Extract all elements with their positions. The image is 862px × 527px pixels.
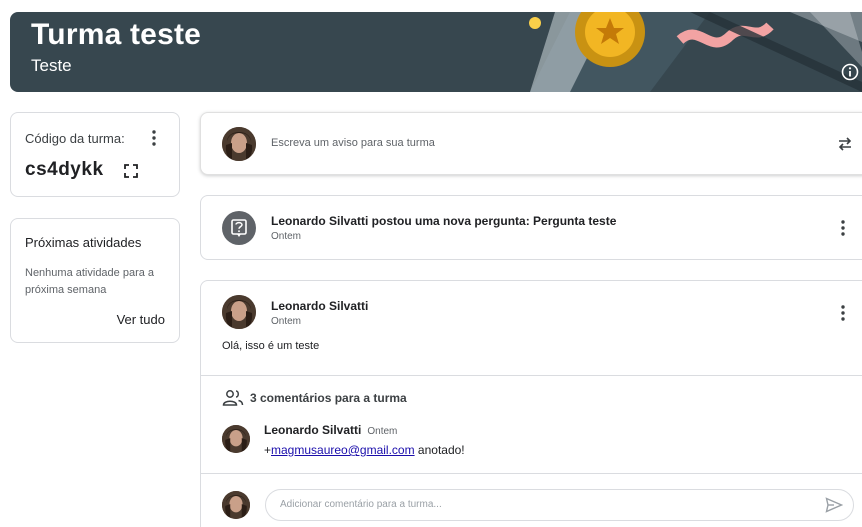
post-author: Leonardo Silvatti — [271, 299, 369, 313]
send-icon[interactable] — [825, 497, 843, 513]
comment-suffix: anotado! — [414, 443, 465, 457]
avatar — [222, 127, 256, 161]
question-icon — [222, 211, 256, 245]
avatar — [222, 491, 250, 519]
class-code-value: cs4dykk — [25, 159, 104, 180]
class-code-card: Código da turma: cs4dykk — [10, 112, 180, 197]
info-icon[interactable] — [840, 62, 860, 82]
divider — [201, 375, 862, 376]
post-time: Ontem — [271, 316, 302, 327]
question-post-title[interactable]: Leonardo Silvatti postou uma nova pergun… — [271, 214, 616, 228]
divider — [201, 473, 862, 474]
people-icon — [222, 390, 244, 406]
post-body: Olá, isso é um teste — [222, 340, 320, 352]
announcement-input[interactable]: Escreva um aviso para sua turma — [271, 137, 435, 149]
comment-author-line: Leonardo Silvatti Ontem — [264, 423, 397, 437]
more-vert-icon[interactable] — [145, 127, 163, 149]
class-comment-input[interactable]: Adicionar comentário para a turma... — [265, 489, 854, 521]
class-comments-toggle[interactable]: 3 comentários para a turma — [222, 389, 407, 407]
upcoming-empty-text: Nenhuma atividade para a próxima semana — [25, 267, 155, 296]
see-all-link[interactable]: Ver tudo — [117, 312, 165, 327]
class-subtitle: Teste — [31, 56, 72, 75]
class-code-label: Código da turma: — [25, 131, 125, 146]
class-banner: Turma teste Teste — [10, 12, 862, 92]
fullscreen-icon[interactable] — [123, 163, 139, 179]
question-post-card[interactable]: Leonardo Silvatti postou uma nova pergun… — [200, 195, 862, 260]
repost-icon[interactable] — [835, 134, 855, 154]
share-announcement-box[interactable]: Escreva um aviso para sua turma — [200, 112, 862, 175]
avatar — [222, 295, 256, 329]
comment-placeholder: Adicionar comentário para a turma... — [280, 499, 442, 510]
avatar — [222, 425, 250, 453]
more-vert-icon[interactable] — [834, 302, 852, 324]
class-title: Turma teste — [31, 18, 202, 51]
question-post-time: Ontem — [271, 231, 302, 242]
announcement-card: Leonardo Silvatti Ontem Olá, isso é um t… — [200, 280, 862, 527]
comment-text: +magmusaureo@gmail.com anotado! — [264, 443, 465, 457]
comments-count: 3 comentários para a turma — [250, 391, 407, 405]
more-vert-icon[interactable] — [834, 217, 852, 239]
upcoming-title: Próximas atividades — [25, 235, 142, 250]
comment-time: Ontem — [367, 426, 398, 437]
upcoming-card: Próximas atividades Nenhuma atividade pa… — [10, 218, 180, 343]
comment-author: Leonardo Silvatti — [264, 423, 362, 437]
comment-prefix: + — [264, 443, 272, 457]
mention-link[interactable]: magmusaureo@gmail.com — [271, 443, 415, 457]
